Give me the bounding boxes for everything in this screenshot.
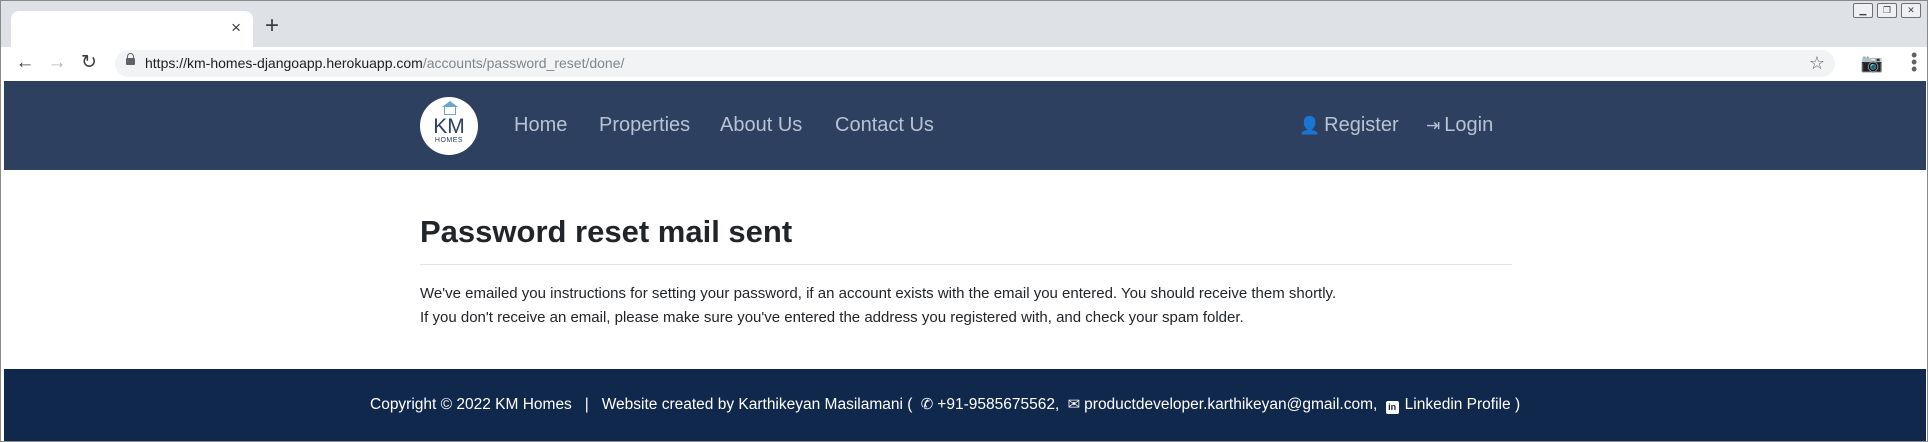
- nav-contact-link[interactable]: Contact Us: [835, 113, 934, 137]
- nav-home-link[interactable]: Home: [514, 113, 567, 137]
- message-line-2: If you don't receive an email, please ma…: [420, 309, 1244, 326]
- register-label: Register: [1324, 114, 1399, 136]
- nav-about-link[interactable]: About Us: [720, 113, 802, 137]
- footer-email[interactable]: productdeveloper.karthikeyan@gmail.com,: [1084, 396, 1377, 413]
- logo-text: KM: [433, 115, 465, 138]
- title-divider: [420, 264, 1512, 265]
- site-navbar: KM HOMES Home Properties About Us Contac…: [4, 81, 1926, 170]
- restore-icon[interactable]: ❐: [1877, 3, 1897, 18]
- website: KM HOMES Home Properties About Us Contac…: [4, 81, 1926, 441]
- footer-phone[interactable]: +91-9585675562,: [937, 396, 1059, 413]
- nav-properties-link[interactable]: Properties: [599, 113, 690, 137]
- logo-house-icon: [444, 106, 456, 115]
- forward-arrow-icon[interactable]: →: [45, 51, 69, 75]
- footer-text: Copyright © 2022 KM Homes | Website crea…: [370, 395, 1520, 415]
- camera-icon[interactable]: 📷: [1861, 52, 1883, 74]
- login-link[interactable]: ⇥ Login: [1426, 113, 1493, 138]
- km-homes-logo[interactable]: KM HOMES: [420, 97, 478, 155]
- page-title: Password reset mail sent: [420, 214, 793, 249]
- browser-tab[interactable]: ×: [11, 11, 253, 47]
- reload-icon[interactable]: ↻: [77, 51, 101, 75]
- user-plus-icon: 👤: [1299, 116, 1321, 135]
- close-window-icon[interactable]: ✕: [1901, 3, 1921, 18]
- footer-copyright: Copyright © 2022 KM Homes: [370, 396, 572, 413]
- browser-menu-icon[interactable]: • • •: [1911, 46, 1917, 78]
- tab-close-icon[interactable]: ×: [231, 18, 241, 38]
- phone-icon: ✆: [920, 396, 934, 413]
- login-label: Login: [1444, 114, 1494, 136]
- logo-subtext: HOMES: [434, 137, 464, 144]
- url-path: /accounts/password_reset/done/: [422, 55, 625, 71]
- bookmark-star-icon[interactable]: ☆: [1809, 53, 1825, 73]
- lock-icon: [126, 53, 135, 65]
- tab-strip: × + ▁ ❐ ✕: [1, 1, 1927, 47]
- new-tab-icon[interactable]: +: [265, 13, 279, 39]
- url-text[interactable]: https://km-homes-djangoapp.herokuapp.com…: [145, 55, 624, 72]
- site-footer: Copyright © 2022 KM Homes | Website crea…: [4, 369, 1926, 441]
- footer-close-paren: ): [1514, 396, 1521, 413]
- footer-linkedin-link[interactable]: Linkedin Profile: [1405, 396, 1511, 413]
- browser-toolbar: ← → ↻ https://km-homes-djangoapp.herokua…: [1, 46, 1927, 80]
- register-link[interactable]: 👤 Register: [1299, 113, 1399, 138]
- minimize-icon[interactable]: ▁: [1853, 3, 1873, 18]
- address-bar[interactable]: https://km-homes-djangoapp.herokuapp.com…: [115, 50, 1835, 77]
- back-arrow-icon[interactable]: ←: [13, 51, 37, 75]
- sign-in-icon: ⇥: [1426, 116, 1441, 135]
- url-host: https://km-homes-djangoapp.herokuapp.com: [145, 55, 423, 71]
- message-line-1: We've emailed you instructions for setti…: [420, 285, 1337, 302]
- linkedin-icon: in: [1385, 401, 1399, 414]
- browser-window: × + ▁ ❐ ✕ ← → ↻ https://km-homes-djangoa…: [0, 0, 1928, 442]
- footer-created-by: Website created by Karthikeyan Masilaman…: [601, 396, 913, 413]
- footer-separator: |: [584, 396, 589, 413]
- envelope-icon: ✉: [1067, 396, 1081, 413]
